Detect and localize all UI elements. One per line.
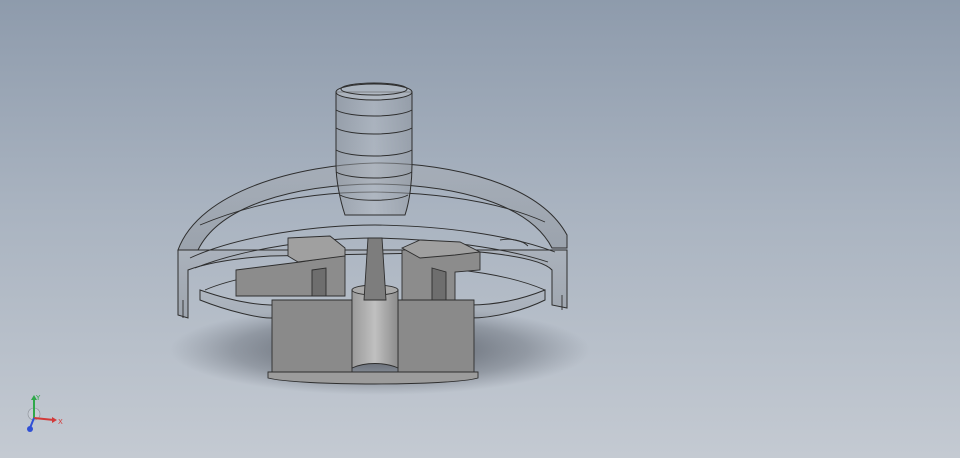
axis-triad: Y X bbox=[27, 394, 63, 432]
x-axis-label: X bbox=[58, 418, 63, 426]
impeller-section bbox=[235, 235, 482, 385]
outlet-spout bbox=[335, 82, 413, 216]
graphics-viewport[interactable]: Y X bbox=[0, 0, 960, 458]
3d-model-view[interactable] bbox=[0, 0, 960, 458]
y-axis-label: Y bbox=[35, 394, 41, 402]
x-axis-icon bbox=[33, 417, 55, 421]
